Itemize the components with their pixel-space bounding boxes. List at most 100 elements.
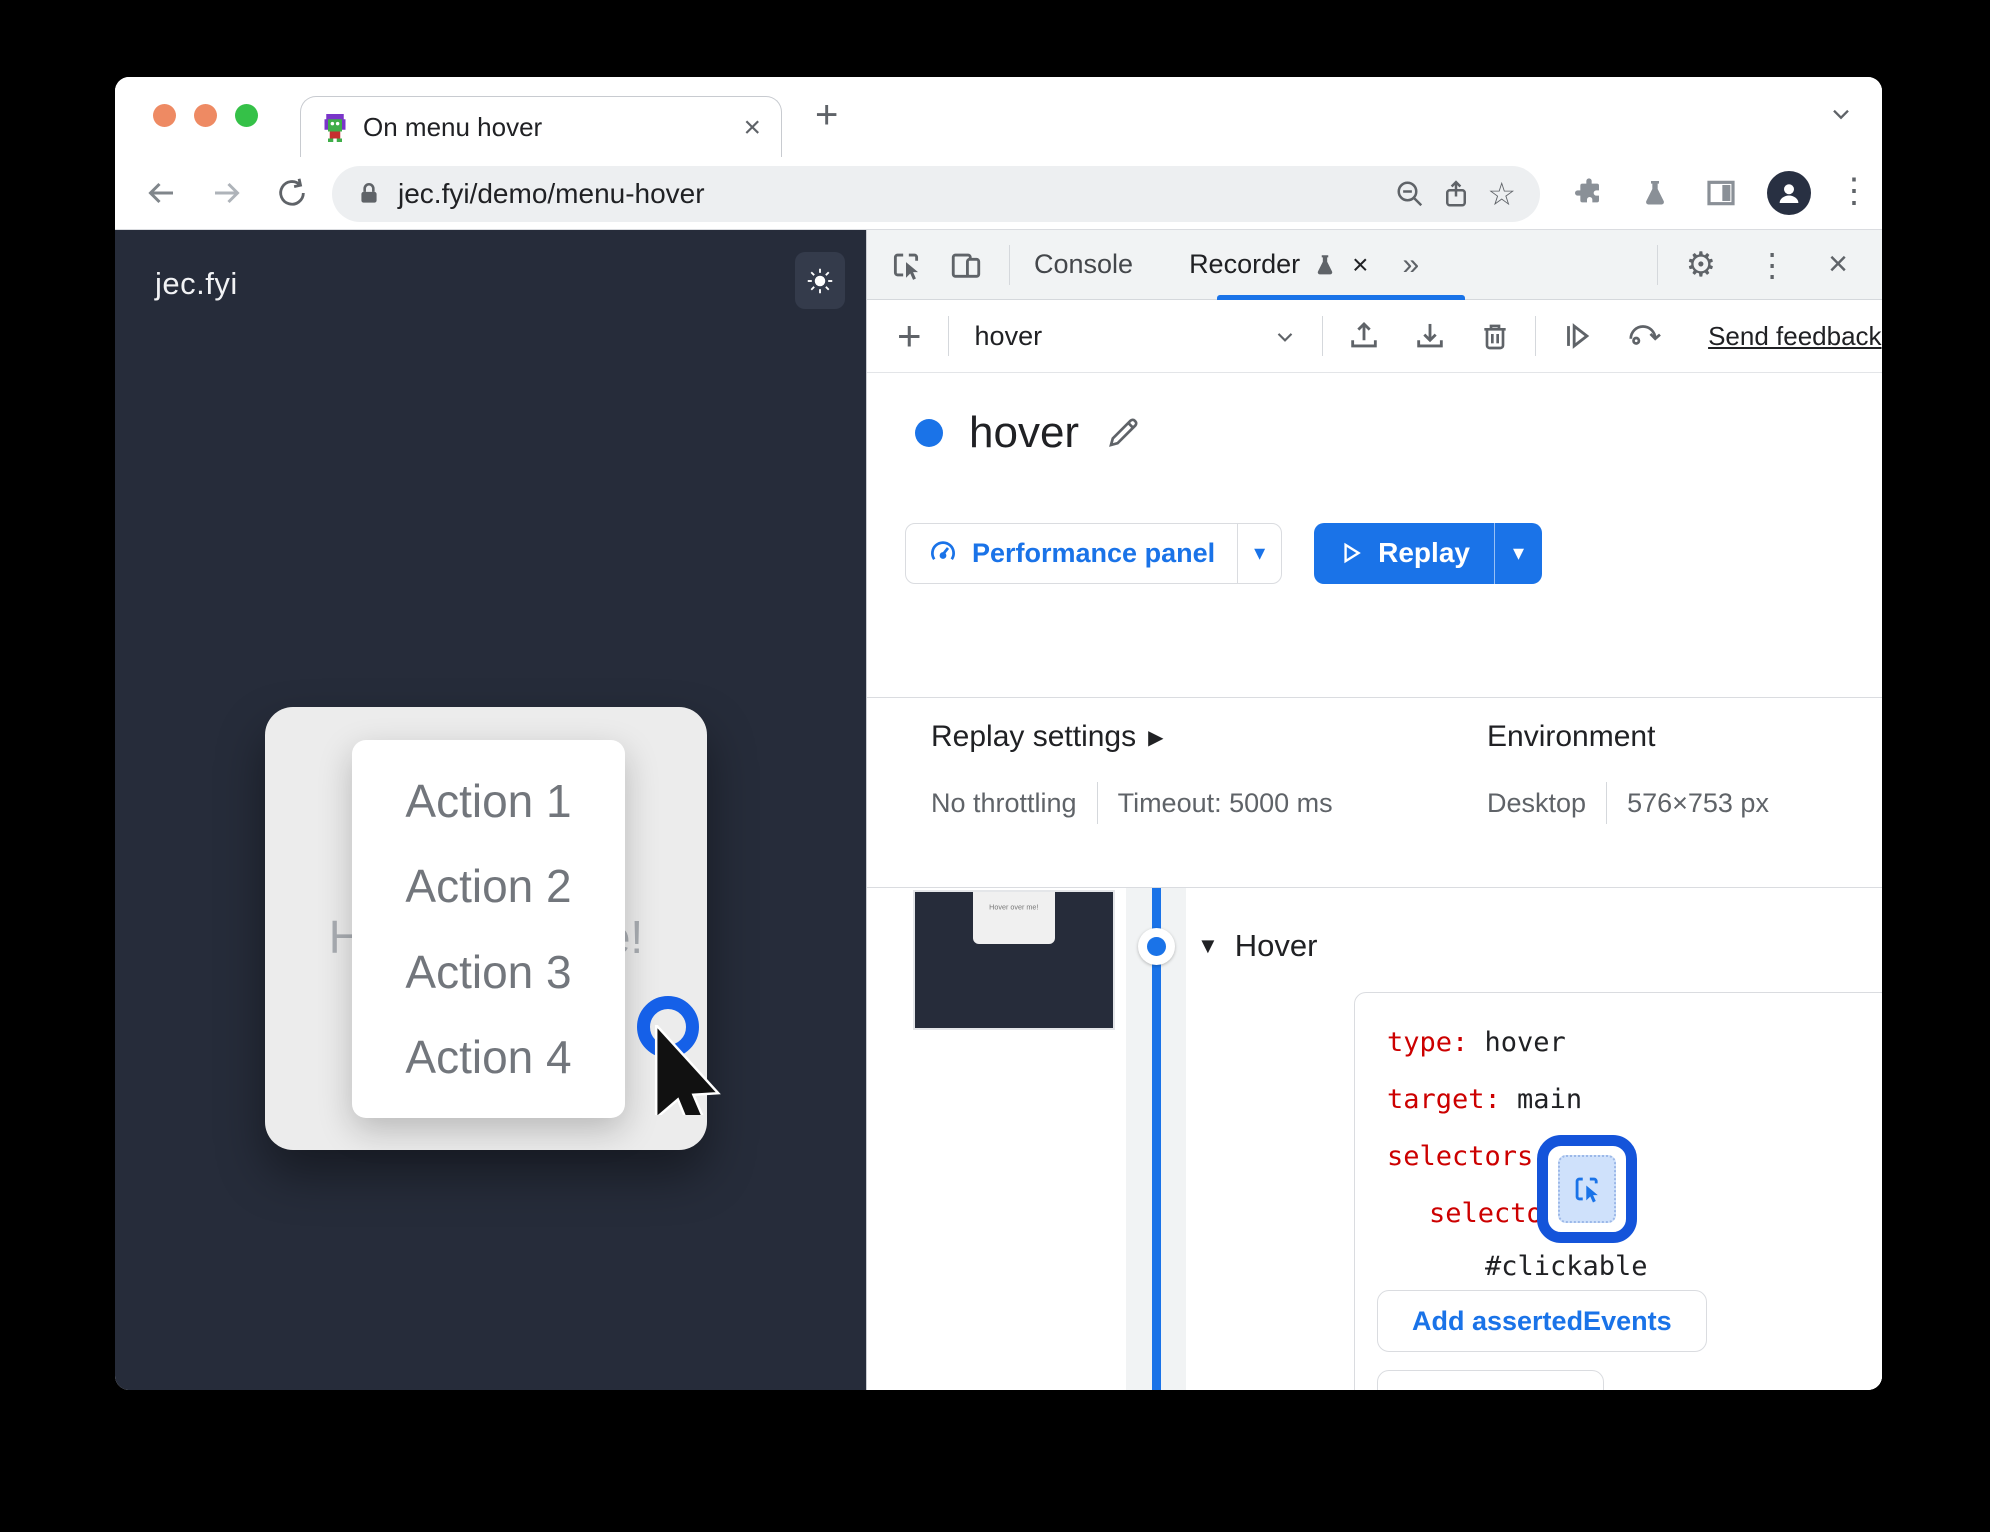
- select-element-button[interactable]: [1558, 1155, 1616, 1223]
- popup-menu: Action 1 Action 2 Action 3 Action 4: [352, 740, 625, 1118]
- tab-console[interactable]: Console: [1034, 249, 1133, 280]
- traffic-lights: [153, 104, 258, 127]
- mouse-cursor-icon: [650, 1025, 730, 1115]
- edit-title-pencil-icon[interactable]: [1105, 415, 1141, 451]
- browser-window: On menu hover × + jec.fyi/demo/menu-hove…: [115, 77, 1882, 1390]
- environment-header: Environment: [1487, 720, 1769, 754]
- code-value-type: hover: [1468, 1027, 1566, 1058]
- code-key-target: target:: [1387, 1084, 1501, 1115]
- play-icon: [1338, 540, 1364, 566]
- send-feedback-link[interactable]: Send feedback: [1708, 321, 1881, 352]
- theme-toggle-button[interactable]: [795, 252, 845, 309]
- tab-strip: On menu hover × +: [115, 77, 1882, 158]
- close-window-button[interactable]: [153, 104, 176, 127]
- minimize-window-button[interactable]: [194, 104, 217, 127]
- performance-panel-button[interactable]: Performance panel ▾: [905, 522, 1283, 584]
- device-value: Desktop: [1487, 787, 1587, 818]
- viewport-value: 576×753 px: [1627, 787, 1769, 818]
- favicon: [321, 113, 349, 142]
- step-title: Hover: [1234, 928, 1318, 963]
- speedometer-icon: [928, 538, 958, 568]
- bookmark-star-icon[interactable]: ☆: [1487, 175, 1516, 213]
- devtools-settings-gear-icon[interactable]: ⚙: [1686, 245, 1716, 285]
- expand-triangle-icon: ▶: [1148, 726, 1164, 749]
- recording-actions-row: Performance panel ▾ Replay ▾: [867, 498, 1882, 608]
- recorder-tab-close-icon[interactable]: ×: [1352, 249, 1368, 281]
- recorder-flask-icon: [1312, 252, 1338, 278]
- device-toolbar-icon[interactable]: [949, 248, 983, 282]
- extensions-puzzle-icon[interactable]: [1573, 177, 1605, 209]
- thumbnail-card: Hover over me!: [973, 892, 1055, 944]
- more-tabs-icon[interactable]: »: [1402, 248, 1419, 282]
- address-bar[interactable]: jec.fyi/demo/menu-hover ☆: [332, 166, 1540, 222]
- add-asserted-events-button[interactable]: Add assertedEvents: [1377, 1290, 1707, 1352]
- back-icon[interactable]: [143, 175, 179, 211]
- recording-title-row: hover: [867, 373, 1882, 493]
- profile-avatar[interactable]: [1767, 171, 1811, 215]
- throttling-value: No throttling: [931, 787, 1077, 818]
- devtools-panel: Console Recorder × » ⚙ ⋮ × + hover Send …: [866, 230, 1882, 1390]
- recording-select-chevron-icon[interactable]: [1272, 323, 1298, 349]
- code-value-target: main: [1500, 1084, 1583, 1115]
- replay-settings-label: Replay settings: [931, 720, 1137, 753]
- devtools-tab-bar: Console Recorder × » ⚙ ⋮ ×: [867, 230, 1882, 300]
- pick-element-icon: [1575, 1177, 1598, 1203]
- replay-settings-header[interactable]: Replay settings ▶: [931, 720, 1333, 754]
- code-key-selectors: selectors:: [1387, 1141, 1550, 1172]
- url-text: jec.fyi/demo/menu-hover: [398, 178, 705, 209]
- screenshot-canvas: On menu hover × + jec.fyi/demo/menu-hove…: [0, 0, 1990, 1532]
- step-list: Hover over me! ▼ Hover ⋮ type: hover tar…: [867, 888, 1882, 1390]
- menu-item[interactable]: Action 4: [405, 1030, 571, 1084]
- replay-caret[interactable]: ▾: [1493, 522, 1542, 584]
- step-header[interactable]: ▼ Hover: [1197, 928, 1847, 964]
- tab-title: On menu hover: [363, 112, 543, 142]
- step-thumbnail[interactable]: Hover over me!: [913, 890, 1115, 1030]
- recording-title: hover: [969, 408, 1080, 457]
- menu-item[interactable]: Action 1: [405, 774, 571, 828]
- menu-item[interactable]: Action 3: [405, 945, 571, 999]
- forward-icon[interactable]: [209, 175, 245, 211]
- export-recording-icon[interactable]: [1413, 319, 1447, 353]
- recorder-toolbar: + hover Send feedback: [867, 300, 1882, 373]
- replay-label: Replay: [1378, 537, 1470, 568]
- browser-tab[interactable]: On menu hover ×: [300, 96, 782, 158]
- thumbnail-text: Hover over me!: [989, 903, 1039, 911]
- recording-select[interactable]: hover: [975, 321, 1043, 352]
- environment-label: Environment: [1487, 720, 1656, 753]
- tab-search-chevron-icon[interactable]: [1827, 99, 1855, 127]
- code-key-type: type:: [1387, 1027, 1469, 1058]
- step-resume-icon[interactable]: [1560, 319, 1594, 353]
- replay-arc-icon[interactable]: [1624, 319, 1662, 353]
- lock-icon: [356, 181, 382, 207]
- divider: [867, 697, 1882, 698]
- replay-button[interactable]: Replay ▾: [1314, 522, 1543, 584]
- collapse-triangle-icon[interactable]: ▼: [1197, 933, 1219, 959]
- sun-icon: [806, 267, 834, 295]
- experiments-flask-icon[interactable]: [1639, 177, 1671, 209]
- browser-menu-kebab-icon[interactable]: ⋮: [1837, 171, 1871, 211]
- tab-recorder[interactable]: Recorder: [1189, 249, 1300, 280]
- menu-item[interactable]: Action 2: [405, 859, 571, 913]
- add-timeout-button[interactable]: Add timeout: [1377, 1370, 1605, 1390]
- share-icon[interactable]: [1441, 179, 1471, 209]
- browser-toolbar: jec.fyi/demo/menu-hover ☆ ⋮: [115, 157, 1882, 230]
- devtools-close-icon[interactable]: ×: [1828, 245, 1848, 284]
- side-panel-icon[interactable]: [1705, 177, 1737, 209]
- zoom-window-button[interactable]: [235, 104, 258, 127]
- tab-close-icon[interactable]: ×: [743, 111, 761, 145]
- timeline-step-dot[interactable]: [1138, 928, 1175, 965]
- devtools-menu-kebab-icon[interactable]: ⋮: [1756, 246, 1788, 284]
- reload-icon[interactable]: [275, 176, 309, 210]
- rendered-page: jec.fyi Hover over me! Action 1 Action 2…: [115, 230, 866, 1390]
- new-tab-button[interactable]: +: [815, 93, 838, 138]
- performance-panel-caret[interactable]: ▾: [1237, 523, 1281, 583]
- step-editor[interactable]: type: hover target: main selectors: sele…: [1354, 992, 1882, 1390]
- code-selector-value: #clickable: [1485, 1251, 1648, 1282]
- import-recording-icon[interactable]: [1347, 319, 1381, 353]
- performance-panel-label: Performance panel: [972, 537, 1216, 568]
- delete-recording-trash-icon[interactable]: [1479, 320, 1511, 352]
- inspect-element-icon[interactable]: [889, 248, 923, 282]
- zoom-out-icon[interactable]: [1395, 179, 1425, 209]
- select-element-button-highlight[interactable]: [1537, 1135, 1637, 1243]
- site-brand: jec.fyi: [155, 266, 238, 301]
